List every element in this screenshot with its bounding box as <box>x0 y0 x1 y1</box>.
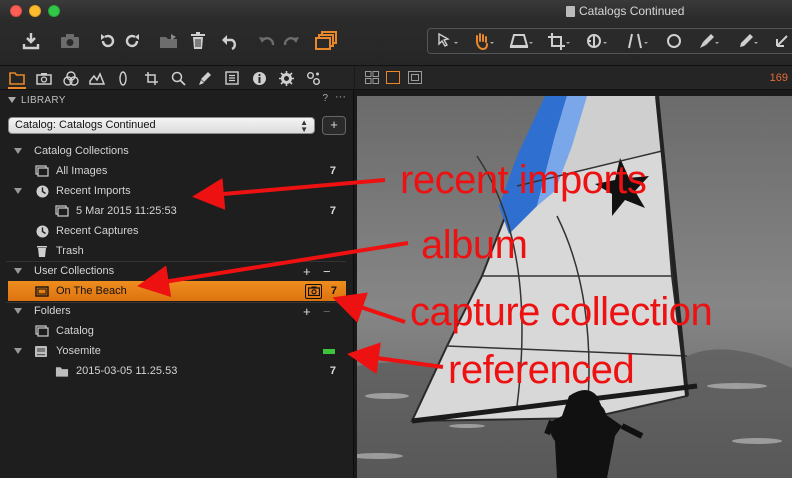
trash-icon[interactable] <box>188 30 208 52</box>
folder-item-subfolder[interactable]: 2015-03-05 11.25.53 7 <box>0 361 354 381</box>
document-icon <box>566 5 575 17</box>
details-tab[interactable] <box>169 70 187 86</box>
grid-view-button[interactable] <box>365 71 379 84</box>
capture-collection-camera-icon <box>305 283 322 299</box>
clock-icon <box>35 184 49 198</box>
tool-tabs-bar <box>0 66 354 90</box>
trash-icon <box>35 244 49 258</box>
output-tab[interactable] <box>277 70 295 86</box>
fullscreen-view-button[interactable] <box>408 71 422 84</box>
collection-item-trash[interactable]: Trash <box>0 241 354 261</box>
folders-header[interactable]: Folders + − <box>0 301 354 321</box>
windsurf-photo <box>357 96 792 478</box>
collapse-triangle-icon <box>8 97 16 103</box>
add-collection-button[interactable]: + <box>303 264 311 279</box>
straighten-icon[interactable] <box>625 30 651 52</box>
album-icon <box>35 284 49 298</box>
adjustments-tab[interactable] <box>223 70 241 86</box>
redo-icon[interactable] <box>281 30 301 52</box>
collection-item-recent-captures[interactable]: Recent Captures <box>0 221 354 241</box>
annotation-album: album <box>421 223 528 267</box>
variants-icon[interactable] <box>314 30 338 52</box>
select-arrows-icon: ▲ ▼ <box>300 118 308 134</box>
add-catalog-button[interactable]: + <box>322 116 346 135</box>
remove-collection-button[interactable]: − <box>323 264 331 279</box>
images-icon <box>55 204 69 218</box>
expand-triangle-icon <box>14 188 22 194</box>
catalog-collections-header[interactable]: Catalog Collections <box>0 141 354 161</box>
capture-tab[interactable] <box>35 70 53 86</box>
batch-tab[interactable] <box>304 70 322 86</box>
user-collections-header[interactable]: User Collections + − <box>0 261 354 281</box>
expand-triangle-icon <box>14 348 22 354</box>
import-icon[interactable] <box>20 30 42 52</box>
library-menu-button[interactable]: ··· <box>335 91 346 103</box>
album-on-the-beach[interactable]: On The Beach 7 <box>8 281 346 301</box>
local-adjustments-tab[interactable] <box>196 70 214 86</box>
rotate-right-icon[interactable] <box>122 30 142 52</box>
pan-hand-icon[interactable] <box>471 30 497 52</box>
expand-triangle-icon <box>14 148 22 154</box>
catalog-select[interactable]: Catalog: Catalogs Continued ▲ ▼ <box>8 117 315 134</box>
import-item[interactable]: 5 Mar 2015 11:25:53 7 <box>0 201 354 221</box>
collection-item-recent-imports[interactable]: Recent Imports <box>0 181 354 201</box>
image-count: 169 <box>769 72 788 84</box>
annotation-referenced: referenced <box>448 348 635 392</box>
color-tab[interactable] <box>62 70 80 86</box>
clock-icon <box>35 224 49 238</box>
folder-item-catalog[interactable]: Catalog <box>0 321 354 341</box>
library-header[interactable]: LIBRARY ? ··· <box>0 91 354 109</box>
close-window-button[interactable] <box>10 5 22 17</box>
annotation-recent-imports: recent imports <box>400 158 647 202</box>
images-icon <box>35 324 49 338</box>
circle-mask-icon[interactable] <box>664 30 684 52</box>
zoom-window-button[interactable] <box>48 5 60 17</box>
viewer-toolbar: 169 <box>355 66 792 90</box>
help-button[interactable]: ? <box>322 93 328 104</box>
undo-icon[interactable] <box>257 30 277 52</box>
remove-folder-button[interactable]: − <box>323 304 331 319</box>
drive-icon <box>34 344 48 358</box>
library-tab[interactable] <box>8 70 26 89</box>
folder-item-yosemite[interactable]: Yosemite <box>0 341 354 361</box>
window-title: Catalogs Continued <box>566 4 684 18</box>
expand-triangle-icon <box>14 308 22 314</box>
composition-tab[interactable] <box>142 70 160 86</box>
metadata-tab[interactable] <box>250 70 268 86</box>
rotate-tool-icon[interactable] <box>584 30 610 52</box>
keystone-icon[interactable] <box>507 30 535 52</box>
arrow-icon[interactable] <box>772 30 792 52</box>
add-folder-button[interactable]: + <box>303 304 311 319</box>
picker-icon[interactable] <box>735 30 761 52</box>
library-title: LIBRARY <box>21 94 66 106</box>
referenced-status-indicator <box>323 349 335 354</box>
crop-icon[interactable] <box>546 30 572 52</box>
lens-tab[interactable] <box>114 70 132 86</box>
title-bar: Catalogs Continued <box>0 0 792 66</box>
images-icon <box>35 164 49 178</box>
image-viewer[interactable] <box>357 96 792 478</box>
expand-triangle-icon <box>14 268 22 274</box>
camera-icon[interactable] <box>59 30 81 52</box>
move-to-folder-icon[interactable] <box>158 30 180 52</box>
rotate-left-icon[interactable] <box>98 30 118 52</box>
brush-icon[interactable] <box>696 30 722 52</box>
annotation-capture-collection: capture collection <box>410 290 713 334</box>
tool-panel: LIBRARY ? ··· Catalog: Catalogs Continue… <box>0 66 354 478</box>
folder-icon <box>55 364 69 378</box>
exposure-tab[interactable] <box>88 70 106 86</box>
minimize-window-button[interactable] <box>29 5 41 17</box>
collection-item-all-images[interactable]: All Images 7 <box>0 161 354 181</box>
reset-icon[interactable] <box>219 30 241 52</box>
select-cursor-icon[interactable] <box>435 30 461 52</box>
single-view-button[interactable] <box>386 71 400 84</box>
